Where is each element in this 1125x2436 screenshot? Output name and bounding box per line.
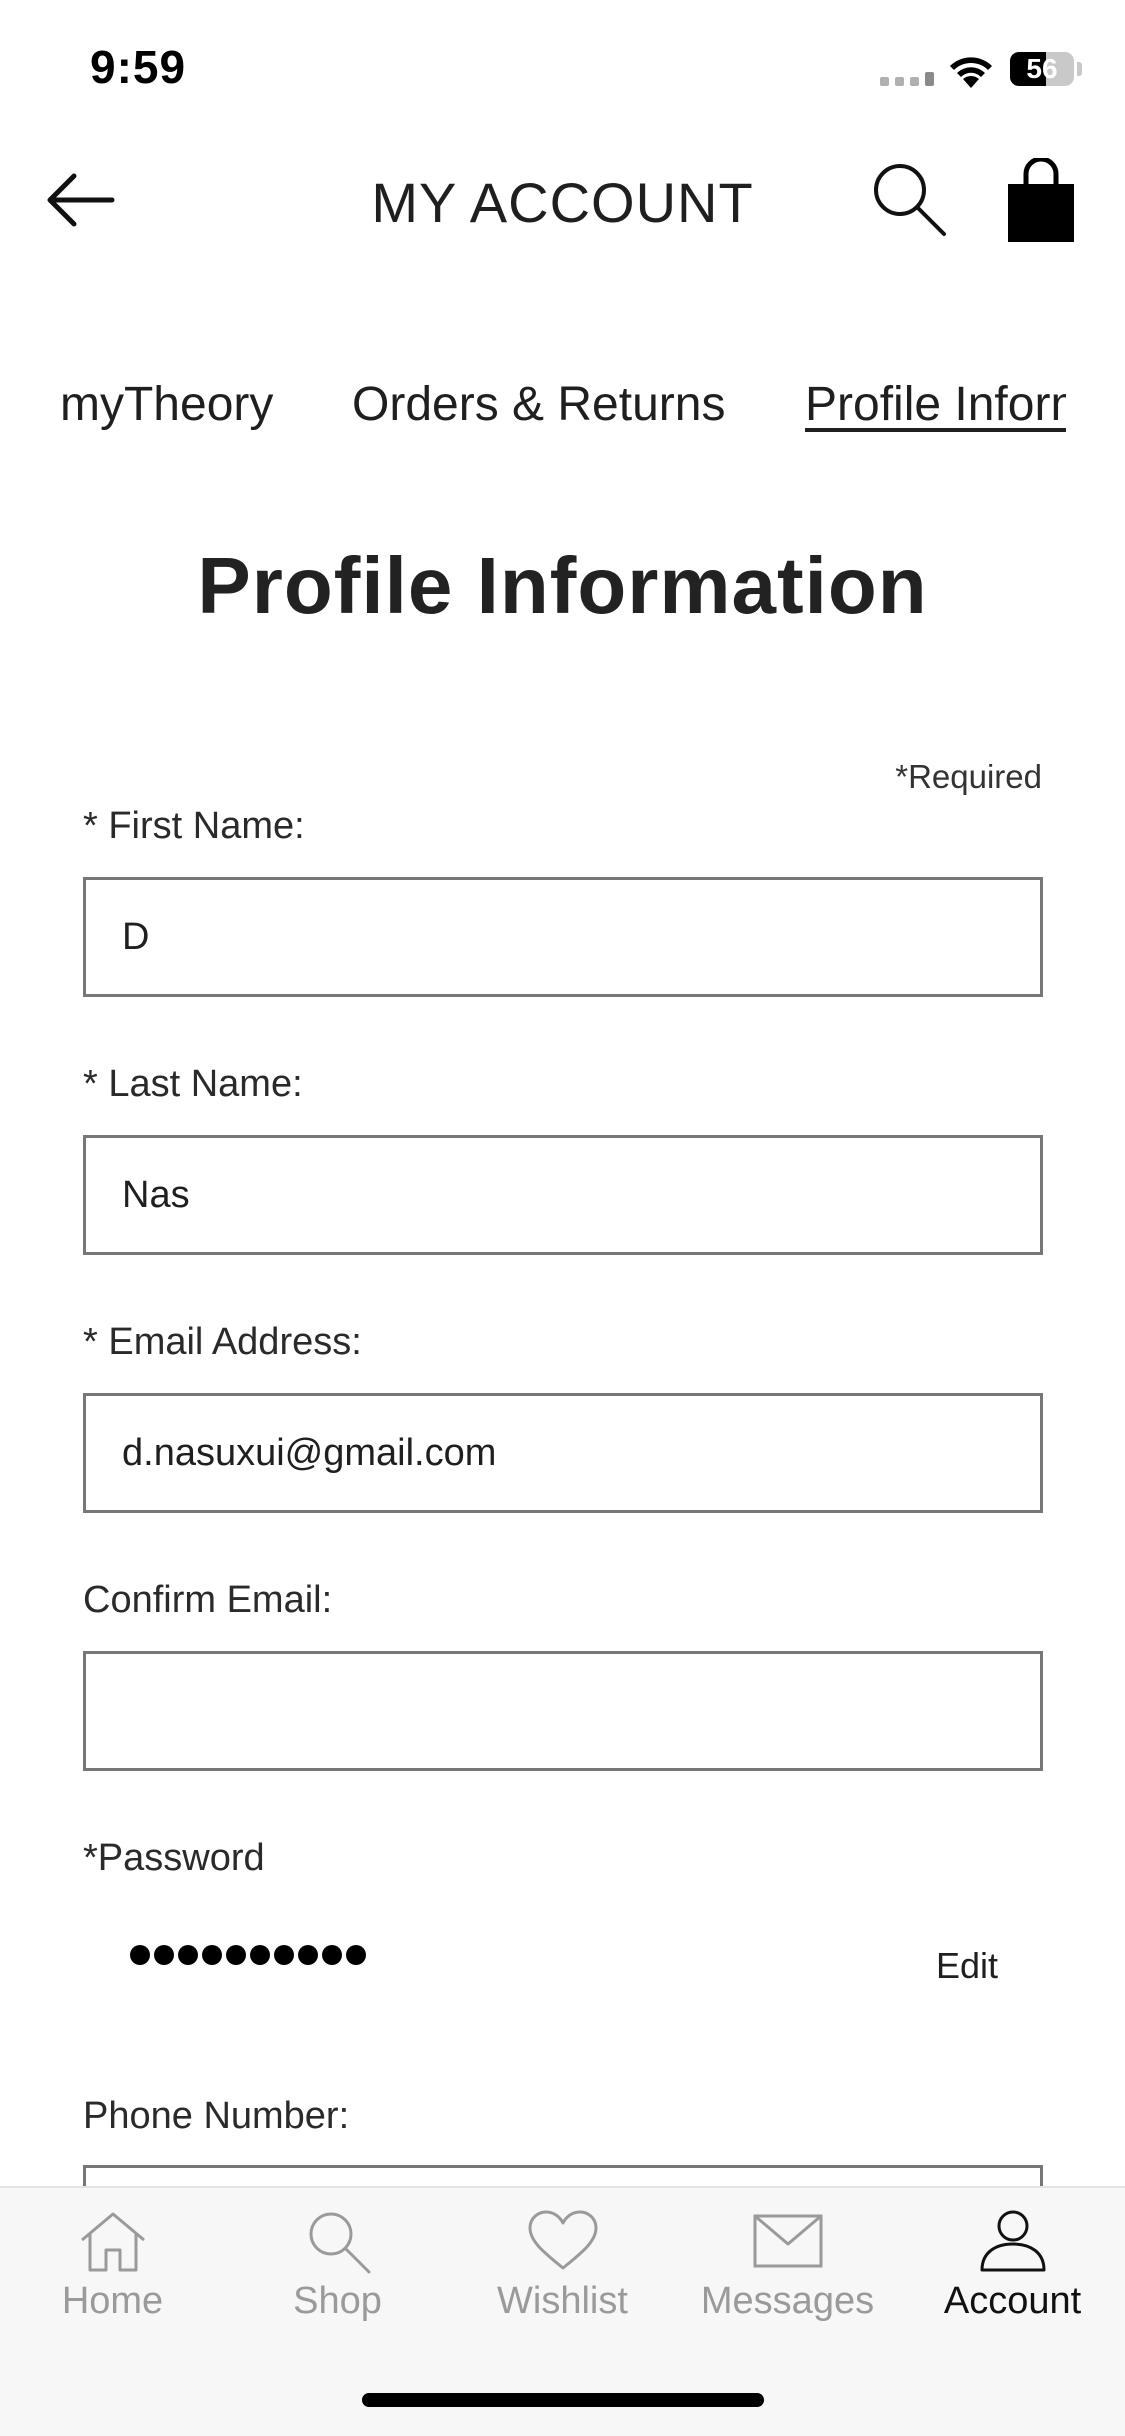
edit-password-button[interactable]: Edit: [936, 1945, 998, 1987]
password-label: *Password: [83, 1837, 265, 1879]
search-button[interactable]: [870, 160, 950, 240]
page-title: Profile Information: [197, 541, 928, 630]
nav-shop[interactable]: Shop: [225, 2208, 450, 2358]
shopping-bag-icon: [1008, 156, 1074, 242]
cellular-signal-icon: [880, 72, 934, 86]
email-field[interactable]: [83, 1393, 1043, 1513]
nav-home-label: Home: [61, 2280, 164, 2322]
home-indicator: [362, 2393, 764, 2407]
battery-icon: 56: [1010, 52, 1074, 86]
last-name-label: * Last Name:: [83, 1063, 303, 1105]
confirm-email-label: Confirm Email:: [83, 1579, 333, 1621]
envelope-icon: [753, 2214, 822, 2268]
person-icon: [980, 2210, 1045, 2272]
nav-home[interactable]: Home: [0, 2208, 225, 2358]
nav-messages[interactable]: Messages: [675, 2208, 900, 2358]
page-header-title: MY ACCOUNT: [371, 171, 754, 234]
battery-level: 56: [1026, 53, 1058, 84]
battery-cap: [1077, 62, 1082, 76]
nav-account[interactable]: Account: [900, 2208, 1125, 2358]
search-icon: [874, 164, 946, 236]
first-name-label: * First Name:: [83, 805, 305, 847]
account-tabs: myTheory Orders & Returns Profile Inform…: [0, 370, 1066, 440]
nav-wishlist[interactable]: Wishlist: [450, 2208, 675, 2358]
status-time: 9:59: [90, 41, 187, 93]
nav-account-label: Account: [943, 2280, 1082, 2322]
first-name-field[interactable]: [83, 877, 1043, 997]
shopping-bag-button[interactable]: [1000, 156, 1082, 244]
last-name-field[interactable]: [83, 1135, 1043, 1255]
nav-wishlist-label: Wishlist: [497, 2280, 628, 2322]
tab-orders-returns[interactable]: Orders & Returns: [352, 370, 725, 440]
tab-mytheory[interactable]: myTheory: [60, 370, 273, 440]
wifi-icon: [950, 57, 992, 88]
tab-profile-information[interactable]: Profile Information: [805, 370, 1066, 440]
phone-label: Phone Number:: [83, 2095, 350, 2137]
status-bar: 9:59 56: [0, 0, 1125, 135]
home-icon: [80, 2212, 145, 2272]
nav-shop-label: Shop: [293, 2280, 382, 2322]
nav-messages-label: Messages: [700, 2280, 875, 2322]
app-header: MY ACCOUNT: [0, 140, 1125, 260]
password-masked-value: [130, 1945, 366, 1965]
required-note: *Required: [895, 758, 1042, 795]
heart-icon: [528, 2210, 597, 2270]
search-icon: [309, 2212, 370, 2274]
email-label: * Email Address:: [83, 1321, 362, 1363]
confirm-email-field[interactable]: [83, 1651, 1043, 1771]
